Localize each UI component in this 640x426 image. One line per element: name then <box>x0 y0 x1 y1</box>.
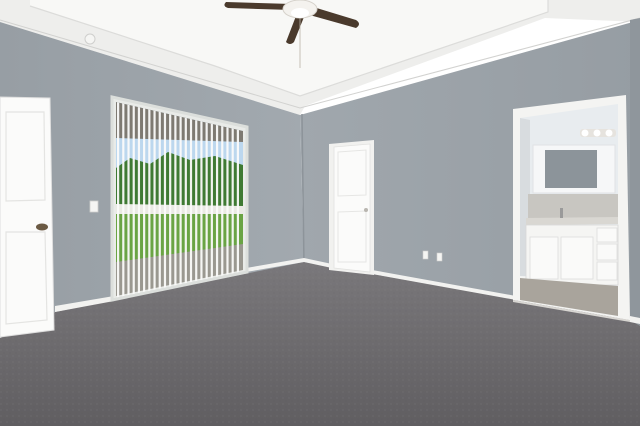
right-wall-edge <box>630 18 640 326</box>
blind-slat <box>148 109 151 292</box>
closet-door-knob[interactable] <box>364 208 368 212</box>
cabinet-door-right[interactable] <box>560 236 594 280</box>
faucet <box>560 208 563 218</box>
vanity-counter <box>526 217 618 225</box>
cabinet-drawer[interactable] <box>596 243 618 261</box>
blind-slat <box>122 103 125 297</box>
closet-door[interactable] <box>329 140 374 275</box>
blind-slat <box>179 116 182 285</box>
cabinet-drawer[interactable] <box>596 227 618 243</box>
blind-slat <box>127 104 130 296</box>
cabinet-drawer[interactable] <box>596 261 618 281</box>
blind-slat <box>195 120 198 282</box>
closet-door-panel[interactable] <box>333 143 371 273</box>
blind-slat <box>169 114 172 288</box>
wall-outlet <box>436 252 443 262</box>
sliding-glass-door[interactable] <box>110 95 249 302</box>
wall-outlet <box>422 250 429 260</box>
bedroom-scene <box>0 0 640 426</box>
light-switch[interactable] <box>89 200 99 213</box>
blind-slat <box>200 121 203 281</box>
bathroom-doorway[interactable] <box>513 95 630 322</box>
vanity-light <box>580 129 616 137</box>
blind-slat <box>158 111 161 290</box>
blind-slat <box>205 122 208 280</box>
blind-slat <box>215 124 219 278</box>
blind-slat <box>184 117 187 284</box>
fan-light <box>291 8 309 18</box>
blind-slat <box>189 118 193 283</box>
blind-slat <box>153 110 156 291</box>
vanity-backsplash <box>528 194 618 218</box>
cabinet-door-left[interactable] <box>529 236 559 280</box>
vanity-mirror-glass <box>545 150 597 188</box>
blind-slat <box>221 126 224 277</box>
blind-slat <box>226 127 229 276</box>
blind-slat <box>117 102 120 298</box>
left-door[interactable] <box>0 96 55 338</box>
left-door-knob[interactable] <box>36 223 48 231</box>
blind-slat <box>174 115 177 287</box>
blind-slat <box>231 128 234 275</box>
blind-slat <box>137 106 141 294</box>
vanity-cabinet[interactable] <box>525 224 619 286</box>
blind-slat <box>236 129 239 274</box>
blind-slat <box>163 112 167 289</box>
blind-slat <box>132 105 135 295</box>
blind-slat <box>210 123 213 279</box>
left-door-panel[interactable] <box>0 96 55 338</box>
smoke-detector <box>84 33 96 45</box>
blind-slat <box>143 108 146 293</box>
